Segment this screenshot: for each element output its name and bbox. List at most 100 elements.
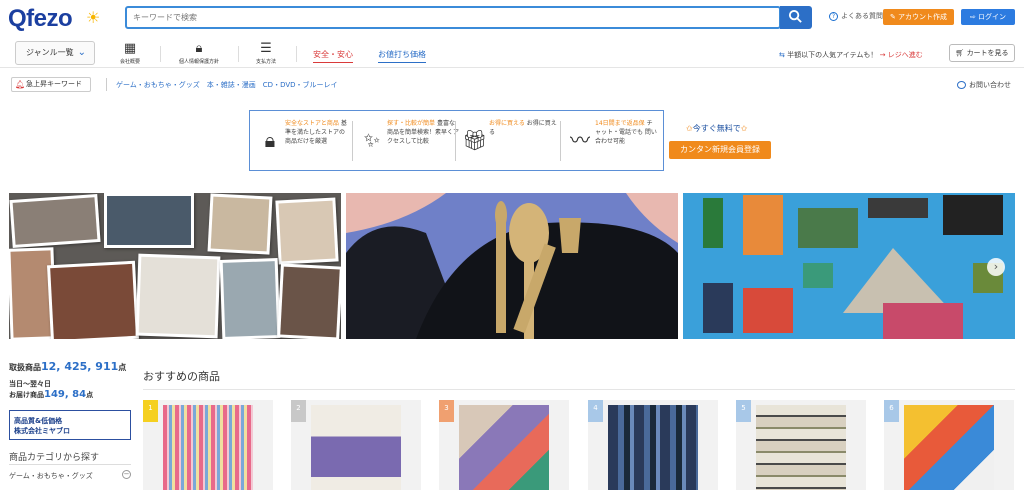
genre-dropdown[interactable]: ジャンル一覧 ⌄ <box>15 41 95 65</box>
nav-privacy[interactable]: 🔒︎ 個人情報保護方針 <box>172 41 226 65</box>
product-card[interactable]: 6 <box>884 400 1014 490</box>
product-image <box>311 405 401 490</box>
faq-label: よくある質問 <box>841 12 883 20</box>
checkout-link[interactable]: → レジへ進む <box>880 51 923 59</box>
delivery-value: 149, 84 <box>44 389 87 400</box>
feature-highlight: 探す・比較が簡単 <box>387 120 436 127</box>
divider <box>238 46 239 62</box>
search-input[interactable] <box>127 8 779 27</box>
item-count-label: 取扱商品 <box>9 363 41 372</box>
feature-highlight: お得に買える <box>489 120 525 127</box>
delivery-count: お届け商品149, 84点 <box>9 389 93 400</box>
star-icon: ✩ <box>740 124 748 133</box>
expand-icon[interactable]: − <box>122 470 131 479</box>
banner-photo <box>207 193 273 255</box>
trending-keywords-button[interactable]: 🔔︎ 急上昇キーワード <box>11 77 91 92</box>
banner-fashion[interactable] <box>9 193 341 339</box>
register-button[interactable]: カンタン新規会員登録 <box>669 141 771 159</box>
cart-label: カートを見る <box>966 49 1009 57</box>
banner-photo <box>277 263 341 339</box>
rank-badge: 1 <box>143 400 158 422</box>
divider <box>560 121 561 161</box>
question-icon: ? <box>829 11 838 21</box>
product-image <box>163 405 253 490</box>
cart-button[interactable]: 🛒︎ カートを見る <box>949 44 1015 62</box>
recommended-heading: おすすめの商品 <box>143 370 220 383</box>
faq-link[interactable]: ? よくある質問 <box>829 11 883 21</box>
nav-company[interactable]: ▦ 会社概要 <box>112 41 148 65</box>
category-heading: 商品カテゴリから探す <box>9 453 100 463</box>
divider <box>143 389 1015 390</box>
building-icon: ▦ <box>123 41 137 56</box>
product-image <box>904 405 994 490</box>
contact-link[interactable]: お問い合わせ <box>957 80 1011 90</box>
product-card[interactable]: 3 <box>439 400 569 490</box>
search-box[interactable] <box>125 6 781 29</box>
category-item[interactable]: ゲーム・おもちゃ・グッズ <box>9 471 93 481</box>
product-card[interactable]: 1 <box>143 400 273 490</box>
login-label: ログイン <box>978 13 1007 21</box>
feature-highlight: 安全なストアと商品 <box>285 120 339 127</box>
feature-highlight: 14日間まで返品保 <box>595 120 645 127</box>
carousel-next-button[interactable]: › <box>987 258 1005 276</box>
create-account-button[interactable]: ✎ アカウント作成 <box>883 9 954 25</box>
delivery-prefix: お届け商品 <box>9 391 44 399</box>
divider <box>455 121 456 161</box>
coins-icon: ☰ <box>260 41 272 56</box>
bell-icon: 🔔︎ <box>15 80 26 89</box>
product-card[interactable]: 5 <box>736 400 866 490</box>
exchange-icon: ⇆ <box>779 51 785 59</box>
login-button[interactable]: ⇨ ログイン <box>961 9 1015 25</box>
product-card[interactable]: 4 <box>588 400 718 490</box>
banner-photo <box>275 197 339 265</box>
lock-icon: 🔒︎ <box>264 128 276 152</box>
header: Qfezo ☀ ?よくある質問 ✎ アカウント作成 ⇨ ログイン <box>0 0 1024 36</box>
feature-text: 安全なストアと商品 基準を満たしたストアの 商品だけを厳選 <box>285 119 348 146</box>
product-card[interactable]: 2 <box>291 400 421 490</box>
safe-link[interactable]: 安全・安心 <box>313 49 353 63</box>
search-icon <box>788 9 802 23</box>
feature-search: ✨︎ 探す・比較が簡単 豊富な商品を簡単検索！素早くアクセスして比較 <box>360 115 460 167</box>
rank-badge: 3 <box>439 400 454 422</box>
feature-text: 14日間まで返品保 チャット・電話でも 問い合わせ可能 <box>595 119 658 146</box>
banner-photo <box>104 193 194 248</box>
product-image <box>608 405 698 490</box>
feature-box: 🔒︎ 安全なストアと商品 基準を満たしたストアの 商品だけを厳選 ✨︎ 探す・比… <box>249 110 664 171</box>
divider <box>352 121 353 161</box>
divider <box>160 46 161 62</box>
rank-badge: 5 <box>736 400 751 422</box>
item-count-unit: 点 <box>118 363 127 372</box>
product-image <box>459 405 549 490</box>
nav-company-label: 会社概要 <box>119 59 140 65</box>
chat-icon <box>957 81 966 89</box>
cutlery-illustration <box>346 193 678 339</box>
feature-deal: 🎁︎ お得に買える お得に買える <box>462 115 557 167</box>
banner-photo <box>135 253 221 339</box>
create-account-label: アカウント作成 <box>898 13 948 21</box>
category-links[interactable]: ゲーム・おもちゃ・グッズ 本・雑誌・漫画 CD・DVD・ブルーレイ <box>116 80 338 90</box>
popular-notice: ⇆ 半額以下の人気アイテムも！ → レジへ進む <box>779 50 923 60</box>
contact-label: お問い合わせ <box>969 81 1011 89</box>
banner-outdoor[interactable] <box>683 193 1015 339</box>
search-button[interactable] <box>780 6 812 29</box>
banner-photo <box>9 193 101 249</box>
shop-banner[interactable]: 高品質&低価格 株式会社ミヤブロ <box>9 410 131 440</box>
shop-name: 株式会社ミヤブロ <box>14 427 70 435</box>
banner-photo <box>47 260 139 339</box>
nav-payment[interactable]: ☰ 支払方法 <box>250 41 282 65</box>
site-logo[interactable]: Qfezo <box>8 5 73 33</box>
cart-icon: 🛒︎ <box>955 49 965 57</box>
price-link[interactable]: お値打ち価格 <box>378 49 426 63</box>
keyword-row: 🔔︎ 急上昇キーワード ゲーム・おもちゃ・グッズ 本・雑誌・漫画 CD・DVD・… <box>0 74 1024 94</box>
trend-icon: 〰 <box>570 128 590 152</box>
shop-tagline: 高品質&低価格 <box>14 417 63 425</box>
feature-safe: 🔒︎ 安全なストアと商品 基準を満たしたストアの 商品だけを厳選 <box>258 115 348 167</box>
delivery-unit: 点 <box>86 391 94 399</box>
trending-label: 急上昇キーワード <box>26 80 82 88</box>
free-label: 今すぐ無料で <box>692 124 741 133</box>
chevron-down-icon: ⌄ <box>77 47 86 58</box>
sun-icon: ☀ <box>86 8 101 27</box>
divider <box>106 78 107 91</box>
star-icon: ✩ <box>686 124 693 133</box>
banner-cutlery[interactable] <box>346 193 678 339</box>
